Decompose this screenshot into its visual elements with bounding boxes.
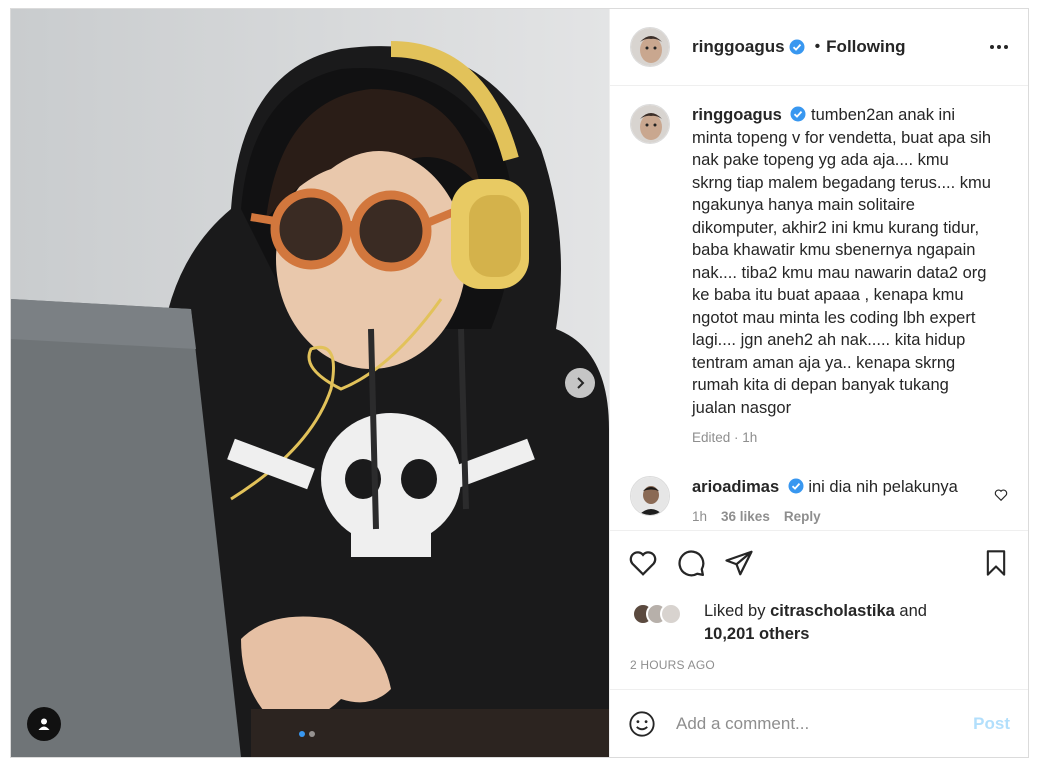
post-photo[interactable] xyxy=(11,9,609,757)
likes-and: and xyxy=(899,602,927,620)
author-avatar[interactable] xyxy=(630,27,670,67)
user-tags-button[interactable] xyxy=(27,707,61,741)
avatar-image xyxy=(631,476,669,515)
comment-button[interactable] xyxy=(676,548,706,578)
emoji-icon[interactable] xyxy=(628,710,656,738)
likes-text: Liked by citrascholastika and 10,201 oth… xyxy=(704,600,927,646)
comment-input[interactable] xyxy=(676,713,956,734)
commenter-username[interactable]: arioadimas xyxy=(692,478,779,496)
liker-username[interactable]: citrascholastika xyxy=(770,602,895,620)
more-options-icon[interactable] xyxy=(990,45,1008,49)
commenter-avatar[interactable] xyxy=(630,475,670,516)
bookmark-icon xyxy=(986,549,1006,576)
verified-badge-icon xyxy=(790,106,806,122)
comment-body: arioadimas ini dia nih pelakunya 1h 36 l… xyxy=(692,476,982,528)
heart-icon xyxy=(629,550,657,576)
following-button[interactable]: Following xyxy=(826,37,905,57)
verified-badge-icon xyxy=(789,39,805,55)
action-bar xyxy=(610,530,1028,594)
caption-username[interactable]: ringgoagus xyxy=(692,106,782,124)
likes-summary: Liked by citrascholastika and 10,201 oth… xyxy=(610,594,1028,646)
photo-scene xyxy=(11,9,609,757)
heart-icon[interactable] xyxy=(994,488,1008,502)
share-icon xyxy=(725,550,753,575)
save-button[interactable] xyxy=(982,548,1010,578)
liker-avatar xyxy=(660,603,682,625)
comment-icon xyxy=(678,549,705,576)
post-side-panel: ringgoagus • Following ringgoagus tumben… xyxy=(609,9,1028,757)
avatar-image xyxy=(631,28,669,66)
verified-badge-icon xyxy=(788,478,804,493)
caption-avatar[interactable] xyxy=(630,104,670,144)
like-button[interactable] xyxy=(628,548,658,578)
next-arrow-icon xyxy=(577,377,585,389)
next-photo-button[interactable] xyxy=(565,368,595,398)
avatar-image xyxy=(631,105,669,143)
share-button[interactable] xyxy=(724,548,754,578)
carousel-dot-active xyxy=(299,731,305,737)
carousel-dot xyxy=(309,731,315,737)
liker-avatars xyxy=(632,603,696,625)
comment-likes[interactable]: 36 likes xyxy=(721,506,770,528)
header-bullet: • xyxy=(814,38,821,55)
caption-meta: Edited · 1h xyxy=(692,430,758,445)
comment-meta: 1h 36 likes Reply xyxy=(692,506,982,528)
post-timestamp[interactable]: 2 HOURS AGO xyxy=(610,646,1028,672)
caption: ringgoagus tumben2an anak ini minta tope… xyxy=(630,104,1008,450)
comment-item: arioadimas ini dia nih pelakunya 1h 36 l… xyxy=(630,475,1008,528)
post-header: ringgoagus • Following xyxy=(610,9,1028,86)
comment-reply-button[interactable]: Reply xyxy=(784,506,821,528)
comment-text: ini dia nih pelakunya xyxy=(808,477,958,496)
likes-others-link[interactable]: 10,201 others xyxy=(704,625,809,643)
add-comment-bar: Post xyxy=(610,689,1028,757)
carousel-indicator xyxy=(299,731,315,737)
author-username[interactable]: ringgoagus xyxy=(692,37,785,57)
post-comment-button[interactable]: Post xyxy=(973,714,1010,734)
caption-body: ringgoagus tumben2an anak ini minta tope… xyxy=(692,104,992,450)
caption-text: tumben2an anak ini minta topeng v for ve… xyxy=(692,106,992,417)
comments-section[interactable]: ringgoagus tumben2an anak ini minta tope… xyxy=(610,86,1028,530)
likes-prefix: Liked by xyxy=(704,602,766,620)
comment-age: 1h xyxy=(692,508,708,524)
user-tag-icon xyxy=(38,718,50,730)
post-dialog: ringgoagus • Following ringgoagus tumben… xyxy=(10,8,1029,758)
